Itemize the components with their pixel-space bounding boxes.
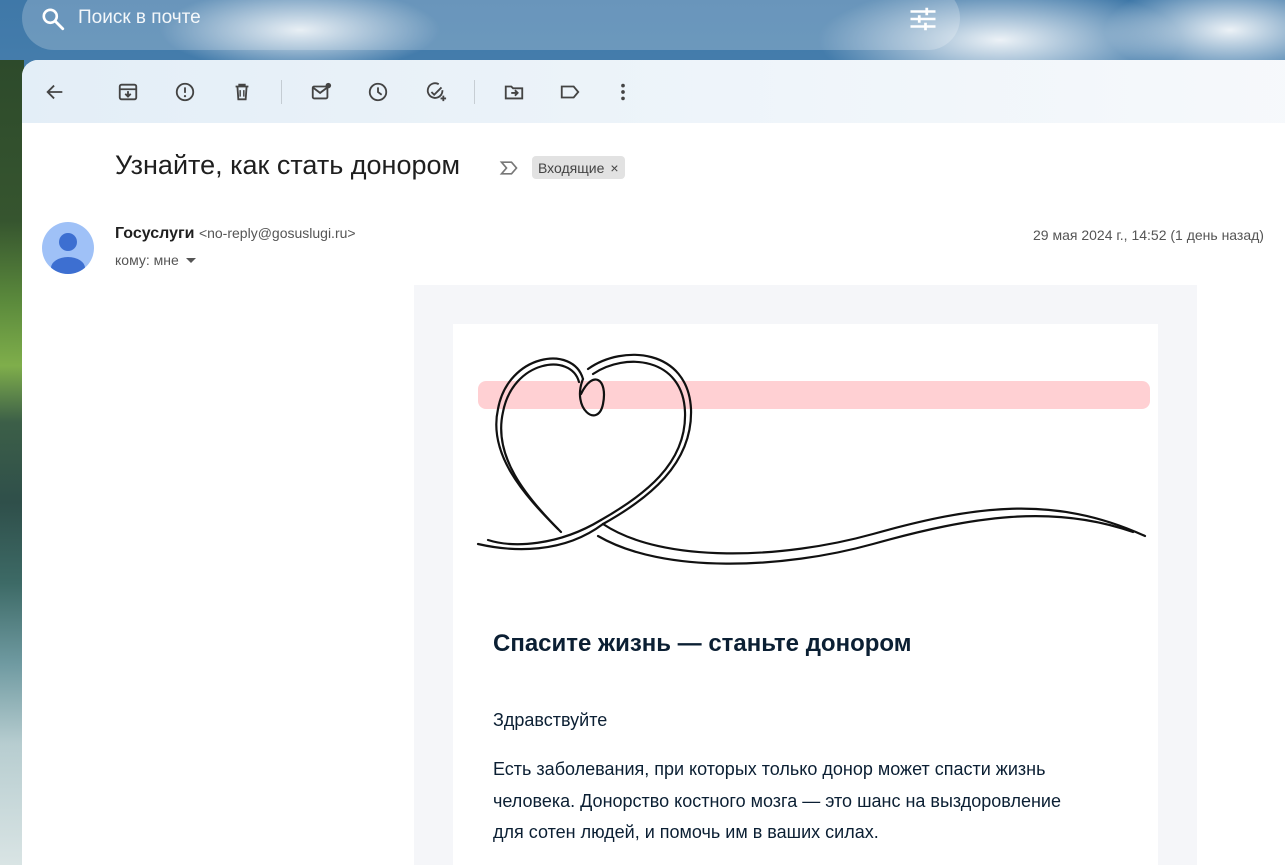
report-spam-icon[interactable] — [172, 79, 198, 105]
heart-banner-image — [476, 353, 1150, 565]
search-options-icon[interactable] — [908, 4, 938, 34]
more-options-icon[interactable] — [610, 79, 636, 105]
toolbar-divider — [281, 80, 282, 104]
remove-label-button[interactable]: × — [610, 160, 618, 176]
label-chip-inbox[interactable]: Входящие × — [532, 156, 625, 179]
mark-unread-icon[interactable] — [308, 79, 334, 105]
move-to-icon[interactable] — [501, 79, 527, 105]
message-date: 29 мая 2024 г., 14:52 (1 день назад) — [1033, 227, 1264, 243]
recipient-line: кому: мне — [115, 252, 197, 268]
important-marker-icon[interactable] — [499, 158, 519, 178]
sender-name[interactable]: Госуслуги — [115, 225, 194, 242]
email-body-container: Спасите жизнь — станьте донором Здравств… — [414, 285, 1197, 865]
email-content-card: Спасите жизнь — станьте донором Здравств… — [453, 324, 1158, 865]
email-greeting: Здравствуйте — [493, 710, 608, 730]
search-input[interactable]: Поиск в почте — [78, 7, 201, 29]
label-chip-text: Входящие — [538, 159, 605, 176]
snooze-icon[interactable] — [365, 79, 391, 105]
toolbar-divider — [474, 80, 475, 104]
delete-icon[interactable] — [229, 79, 255, 105]
label-icon[interactable] — [557, 79, 583, 105]
avatar[interactable] — [42, 222, 94, 274]
chevron-down-icon[interactable] — [185, 254, 197, 266]
person-icon — [51, 233, 85, 274]
message-panel: Узнайте, как стать донором Входящие × Го… — [22, 60, 1285, 865]
back-arrow-icon[interactable] — [42, 79, 68, 105]
background-landscape — [0, 60, 24, 865]
sender-line: Госуслуги <no-reply@gosuslugi.ru> — [115, 225, 356, 243]
message-toolbar — [22, 60, 1285, 123]
message-subject: Узнайте, как стать донором — [115, 150, 461, 180]
add-task-icon[interactable] — [423, 79, 449, 105]
email-heading: Спасите жизнь — станьте донором — [493, 630, 912, 657]
recipient-text: кому: мне — [115, 252, 179, 268]
archive-icon[interactable] — [115, 79, 141, 105]
sender-email: <no-reply@gosuslugi.ru> — [198, 225, 356, 241]
search-icon[interactable] — [40, 6, 66, 32]
email-paragraph: Есть заболевания, при которых только дон… — [493, 759, 1061, 842]
